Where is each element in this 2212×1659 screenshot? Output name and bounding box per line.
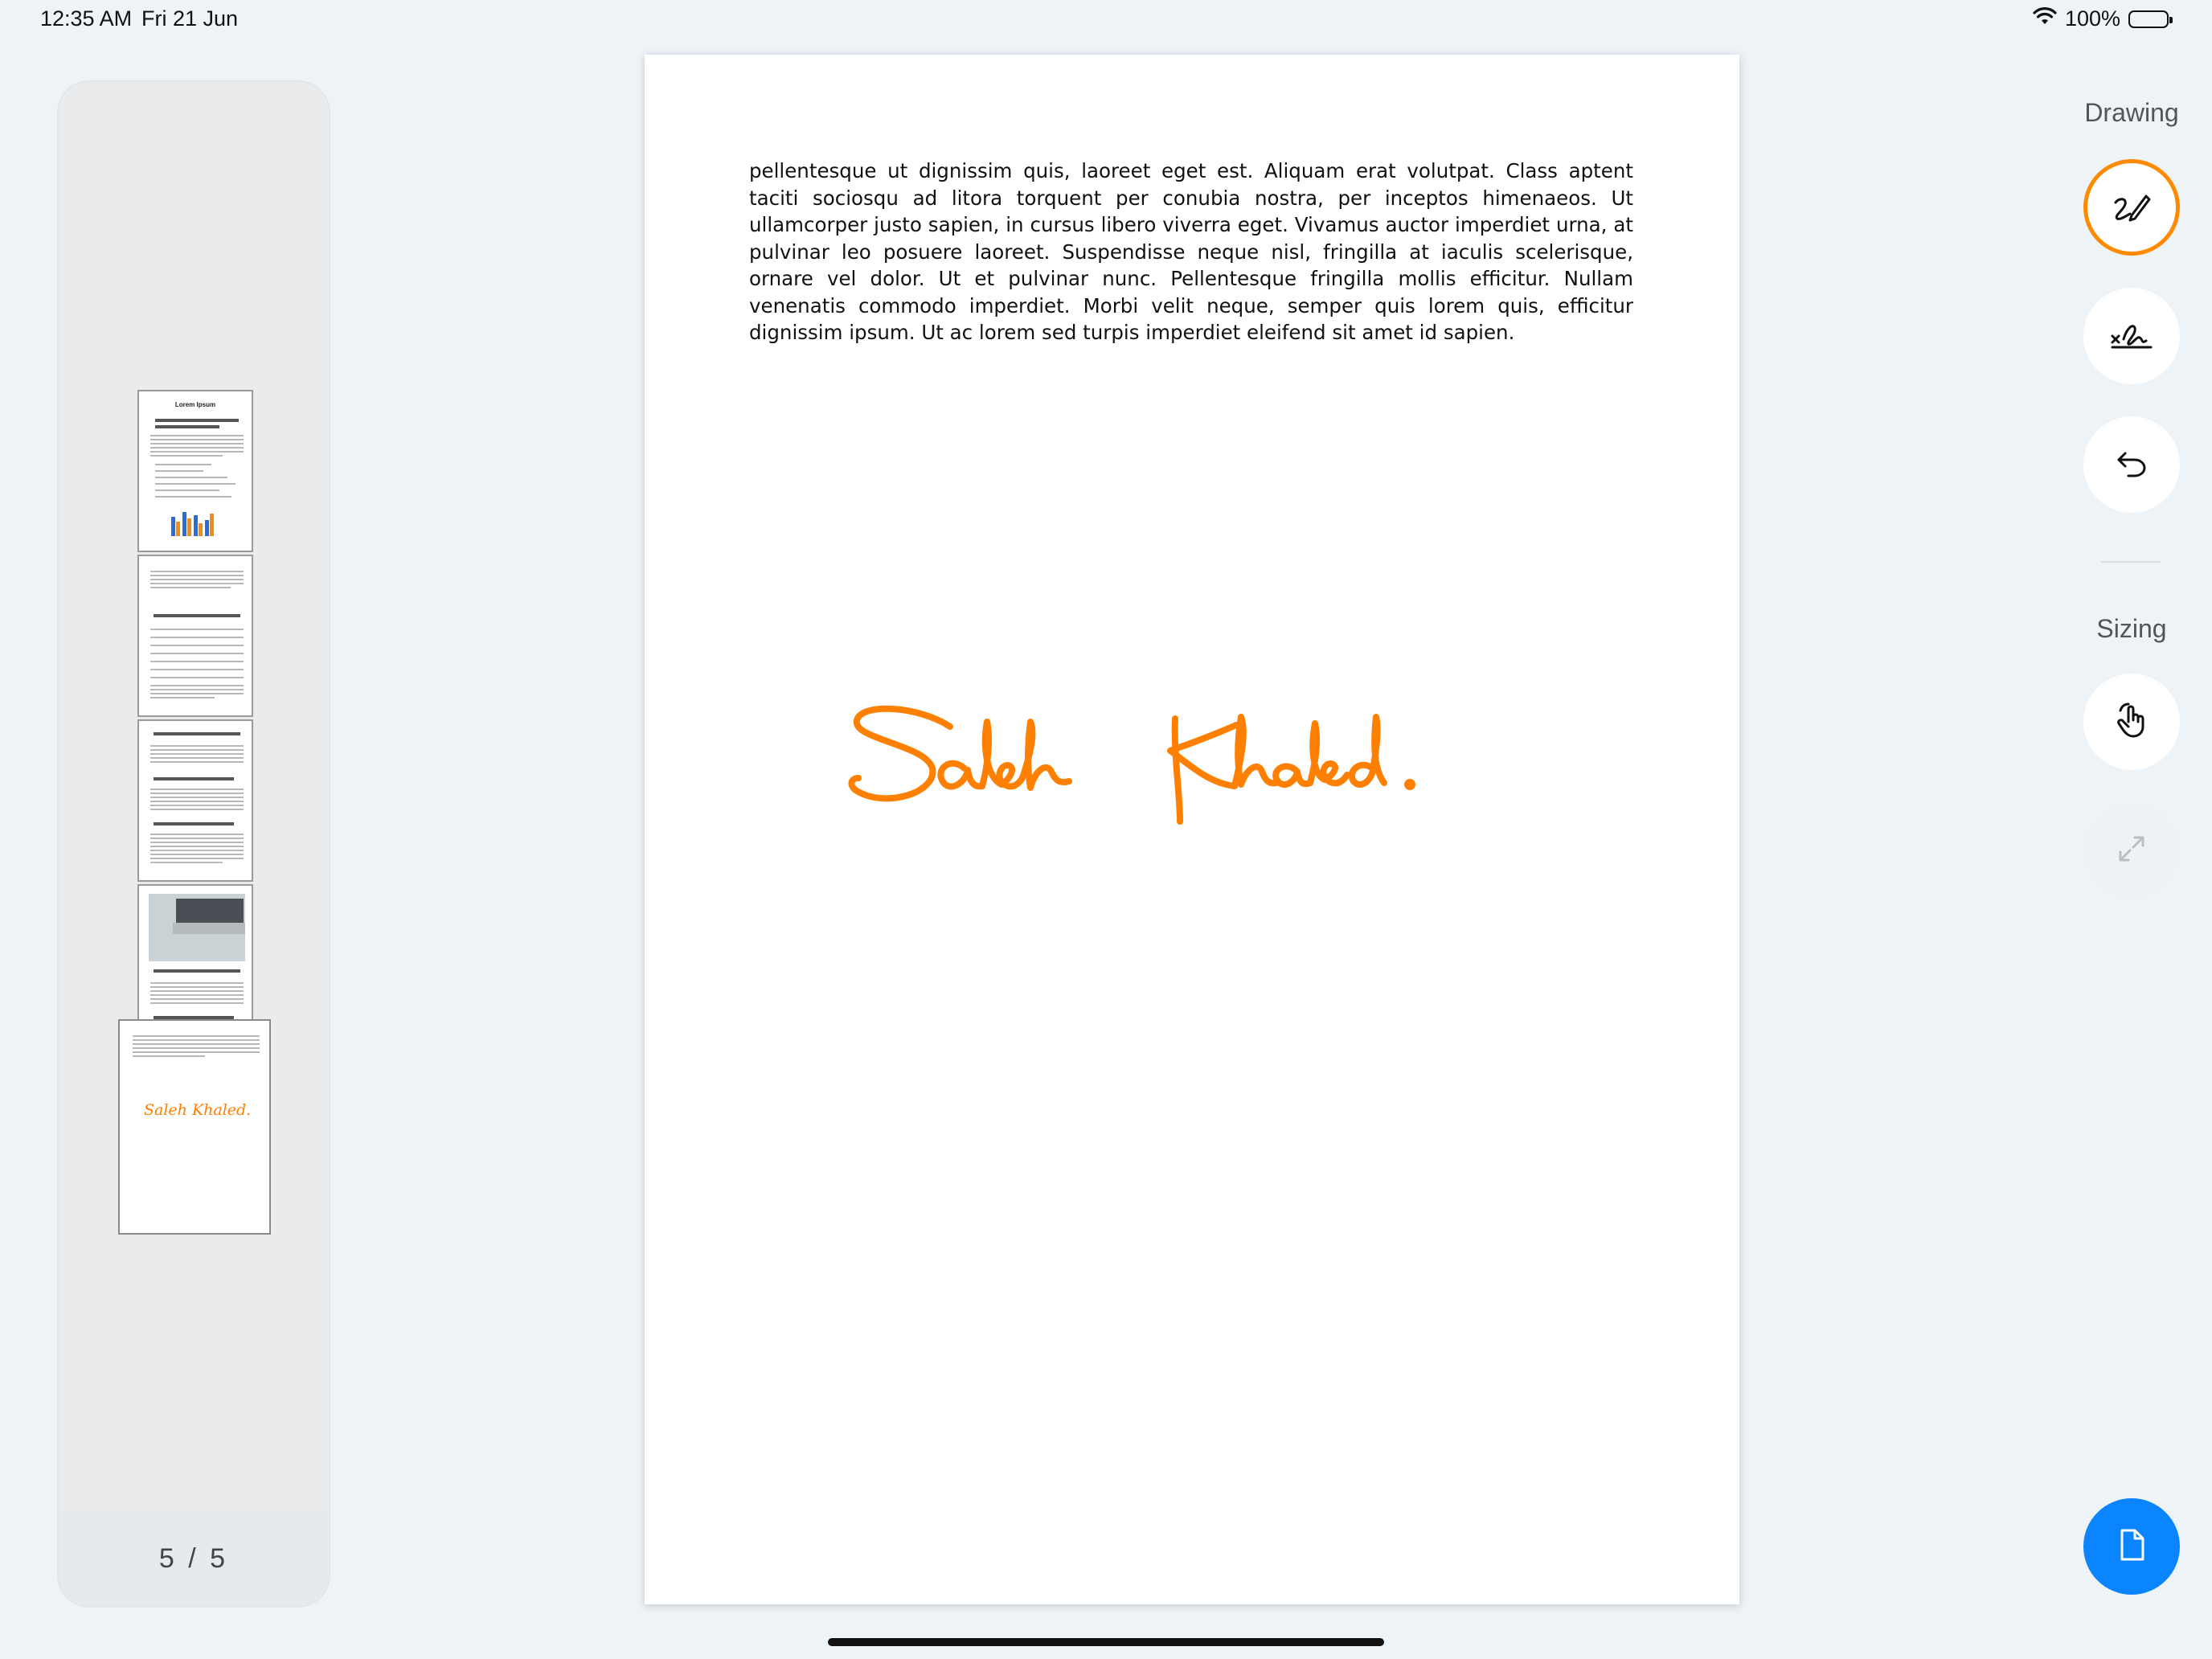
status-date: Fri 21 Jun — [141, 6, 239, 31]
pen-scribble-icon — [2111, 188, 2153, 227]
thumbnail-panel[interactable]: Lorem Ipsum Saleh Khaled. 5 / 5 — [57, 80, 330, 1608]
drawing-label: Drawing — [2084, 98, 2179, 127]
expand-icon — [2116, 833, 2148, 869]
thumbnail-page-5[interactable]: Saleh Khaled. — [118, 1019, 271, 1235]
undo-button[interactable] — [2083, 416, 2180, 513]
undo-icon — [2114, 445, 2149, 485]
pan-tool-button[interactable] — [2083, 674, 2180, 770]
wifi-icon — [2033, 6, 2057, 31]
resize-tool-button[interactable] — [2083, 802, 2180, 899]
thumbnail-title: Lorem Ipsum — [174, 401, 216, 408]
toolbar-divider — [2101, 561, 2161, 563]
signature-icon — [2109, 317, 2154, 356]
page-indicator: 5 / 5 — [59, 1511, 329, 1606]
battery-percent: 100% — [2064, 6, 2120, 31]
document-action-button[interactable] — [2083, 1498, 2180, 1595]
thumbnail-laptop-image — [149, 894, 245, 961]
document-icon — [2117, 1527, 2146, 1567]
home-indicator[interactable] — [828, 1638, 1384, 1646]
thumbnail-signature: Saleh Khaled. — [144, 1101, 252, 1119]
thumbnail-page-3[interactable] — [137, 719, 253, 882]
thumbnail-chart — [168, 504, 216, 538]
document-page[interactable]: pellentesque ut dignissim quis, laoreet … — [645, 55, 1739, 1604]
status-bar: 12:35 AM Fri 21 Jun 100% — [0, 0, 2212, 40]
battery-icon — [2128, 10, 2173, 28]
thumbnail-page-2[interactable] — [137, 555, 253, 717]
signature-drawing[interactable] — [830, 649, 1489, 842]
hand-pointer-icon — [2112, 701, 2151, 743]
draw-tool-button[interactable] — [2083, 159, 2180, 256]
sizing-label: Sizing — [2096, 614, 2167, 643]
document-body-text: pellentesque ut dignissim quis, laoreet … — [749, 159, 1633, 344]
status-time: 12:35 AM — [40, 6, 133, 31]
status-right: 100% — [2033, 6, 2173, 31]
signature-tool-button[interactable] — [2083, 288, 2180, 384]
thumbnail-page-1[interactable]: Lorem Ipsum — [137, 390, 253, 552]
